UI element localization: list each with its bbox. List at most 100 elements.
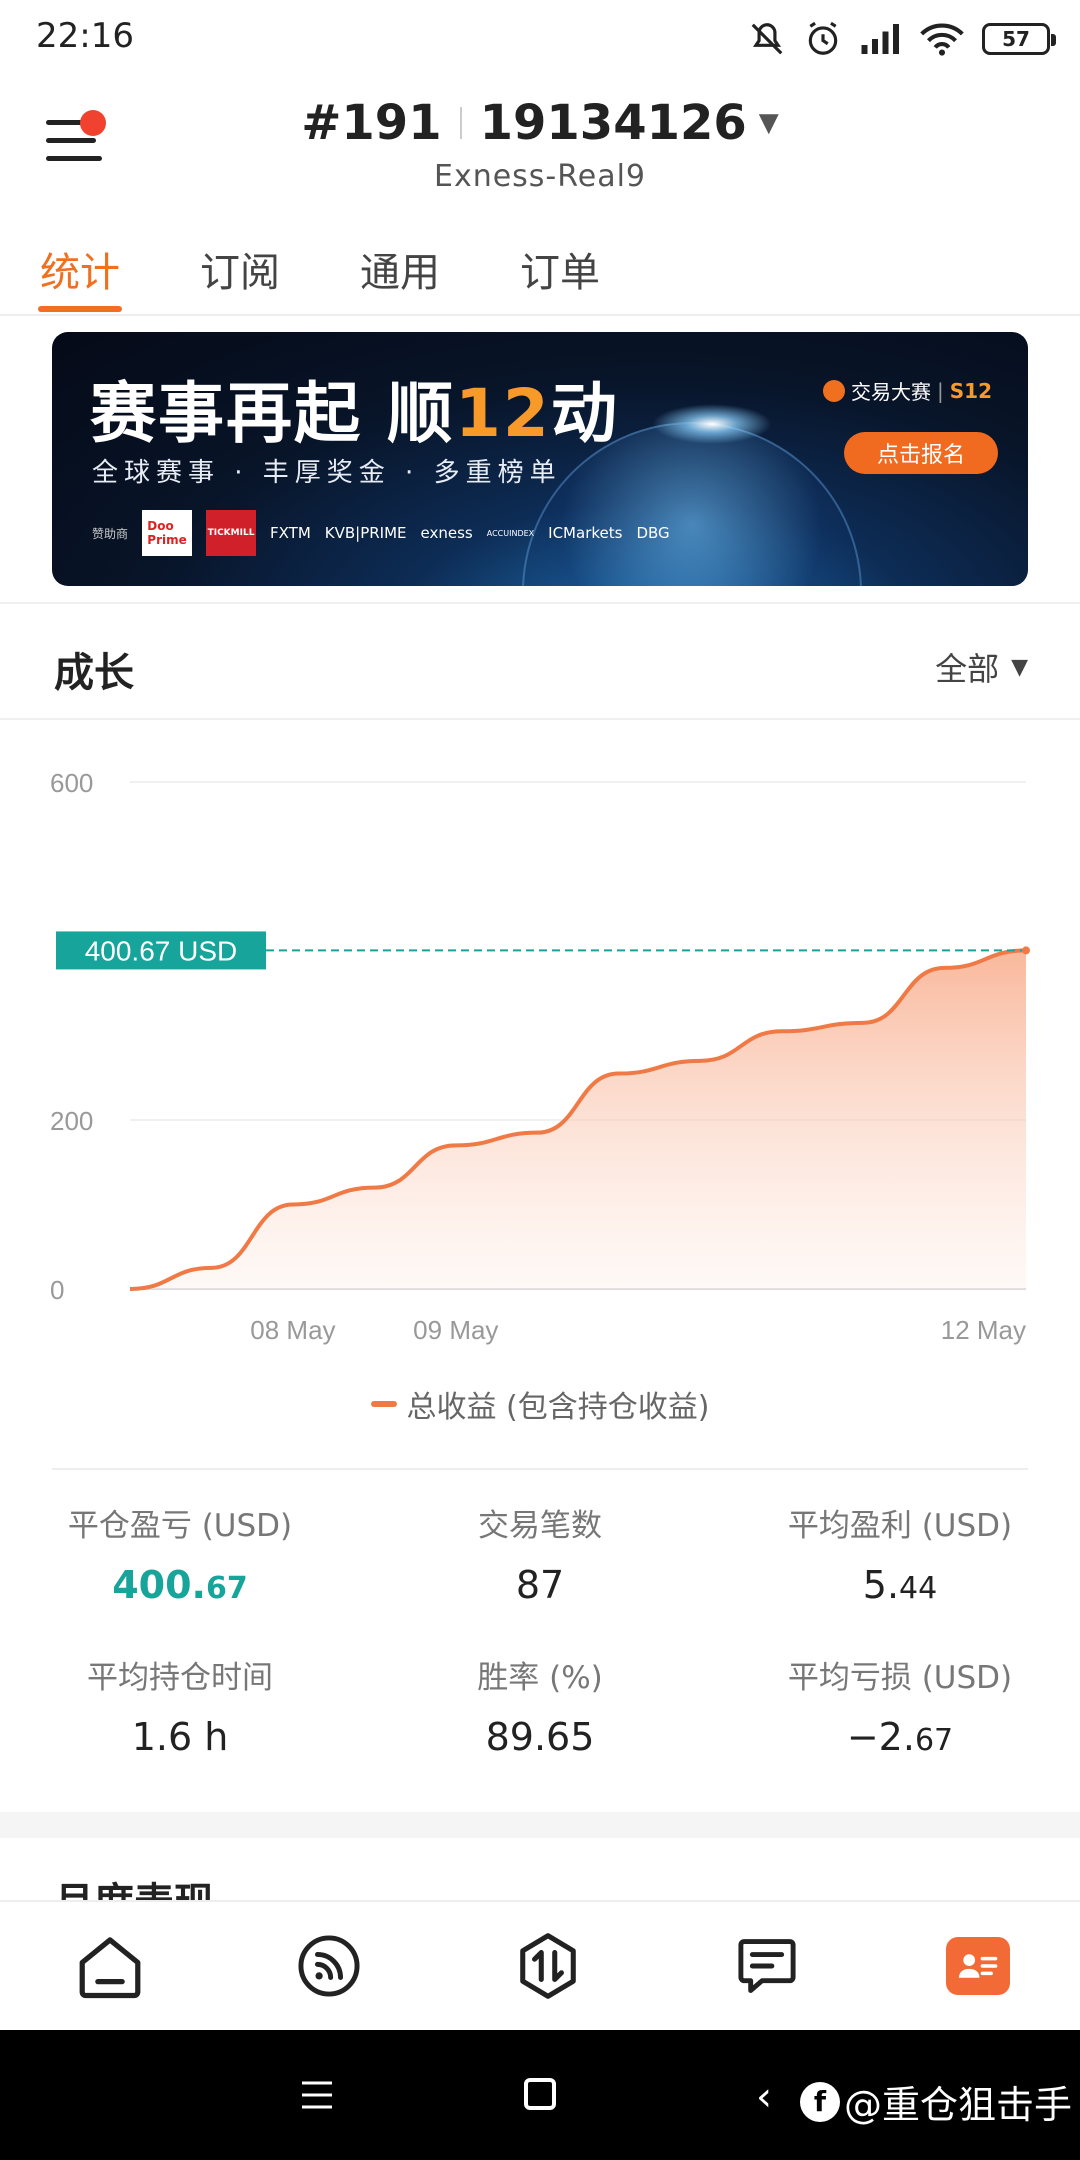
sponsor-logo: exness xyxy=(420,524,473,542)
stat-value: 89.65 xyxy=(360,1715,720,1759)
battery-icon: 57 xyxy=(982,23,1056,55)
wifi-icon xyxy=(920,23,964,56)
growth-title: 成长 xyxy=(54,650,134,696)
stat-value-main: −2. xyxy=(846,1715,915,1759)
sponsor-logo: ICMarkets xyxy=(548,524,623,542)
account-number: 19134126 xyxy=(479,95,747,151)
stat-value-main: 400. xyxy=(112,1563,206,1607)
x-tick-label: 09 May xyxy=(413,1315,498,1345)
banner-title: 赛事再起 顺12动 xyxy=(90,360,619,456)
nav-profile[interactable] xyxy=(946,1937,1011,1995)
messages-icon xyxy=(738,1939,796,1993)
filter-caret-icon: ▼ xyxy=(1011,654,1028,680)
filter-label: 全部 xyxy=(935,650,1000,688)
brand-season: S12 xyxy=(949,378,992,403)
stat-value-main: 87 xyxy=(515,1563,565,1607)
current-value-label: 400.67 USD xyxy=(85,935,238,966)
sponsor-label: 赞助商 xyxy=(92,526,129,541)
y-tick-label: 200 xyxy=(50,1106,93,1136)
signal-icon xyxy=(861,24,899,54)
tab-bar: 统计 订阅 通用 订单 xyxy=(0,230,1080,316)
status-time: 22:16 xyxy=(36,16,134,56)
chart-legend: 总收益 (包含持仓收益) xyxy=(0,1382,1080,1426)
alarm-icon xyxy=(808,21,838,55)
watermark-logo-icon: f xyxy=(800,2081,840,2122)
banner-subtitle: 全球赛事 · 丰厚奖金 · 多重榜单 xyxy=(92,458,562,488)
battery-level: 57 xyxy=(1002,27,1030,51)
stat-value: 87 xyxy=(360,1563,720,1607)
back-icon[interactable]: ‹ xyxy=(756,2074,772,2120)
stat-avg-loss: 平均亏损 (USD) −2.67 xyxy=(720,1652,1080,1759)
stat-label: 交易笔数 xyxy=(478,1508,602,1544)
section-divider xyxy=(0,718,1080,720)
light-flare xyxy=(652,404,772,444)
home-button[interactable] xyxy=(524,2078,556,2110)
dropdown-caret-icon: ▼ xyxy=(758,108,779,138)
sponsor-row: 赞助商 Doo Prime TICKMILL FXTM KVB|PRIME ex… xyxy=(92,510,670,556)
sponsor-logo: DBG xyxy=(636,524,670,542)
stat-value: 5.44 xyxy=(720,1563,1080,1607)
recent-apps-icon[interactable] xyxy=(300,2080,334,2110)
x-tick-label: 12 May xyxy=(941,1315,1026,1345)
series-end-point xyxy=(1022,946,1030,955)
account-separator xyxy=(459,107,462,139)
sponsor-logo: TICKMILL xyxy=(206,510,257,556)
stat-label: 平均亏损 (USD) xyxy=(787,1660,1013,1696)
sponsor-logo: KVB|PRIME xyxy=(324,524,407,542)
account-server: Exness-Real9 xyxy=(433,159,647,194)
stat-label: 胜率 (%) xyxy=(477,1660,603,1696)
status-bar: 22:16 57 xyxy=(0,0,1080,78)
stat-value-main: 1.6 h xyxy=(131,1715,229,1759)
mute-icon xyxy=(751,23,783,55)
x-tick-label: 08 May xyxy=(250,1315,335,1345)
sponsor-logo: FXTM xyxy=(270,524,311,542)
stat-closed-pnl: 平仓盈亏 (USD) 400.67 xyxy=(0,1500,360,1607)
active-tab-indicator xyxy=(38,306,122,312)
legend-swatch xyxy=(370,1401,397,1407)
register-button[interactable]: 点击报名 xyxy=(844,432,998,474)
section-divider xyxy=(0,602,1080,604)
stat-value-decimal: 67 xyxy=(914,1723,954,1758)
stat-avg-profit: 平均盈利 (USD) 5.44 xyxy=(720,1500,1080,1607)
home-icon xyxy=(79,1937,140,1999)
watermark-text: @重仓狙击手 xyxy=(844,2083,1073,2127)
contest-brand: 交易大赛 | S12 xyxy=(823,376,992,405)
tab-subscriptions[interactable]: 订阅 xyxy=(200,240,280,298)
nav-trade[interactable] xyxy=(508,1926,588,2006)
tab-orders[interactable]: 订单 xyxy=(520,240,600,298)
tab-statistics[interactable]: 统计 xyxy=(40,240,120,298)
nav-home[interactable] xyxy=(70,1926,150,2006)
tab-general[interactable]: 通用 xyxy=(360,240,440,298)
y-tick-label: 600 xyxy=(50,768,93,798)
brand-separator: | xyxy=(937,378,944,403)
legend-label: 总收益 (包含持仓收益) xyxy=(406,1390,710,1425)
watermark: f @重仓狙击手 xyxy=(800,2074,1072,2129)
nav-subscribe[interactable] xyxy=(289,1926,369,2006)
stat-value-main: 5. xyxy=(862,1563,900,1607)
promo-banner[interactable]: 赛事再起 顺12动 全球赛事 · 丰厚奖金 · 多重榜单 赞助商 Doo Pri… xyxy=(52,332,1028,586)
stat-label: 平均持仓时间 xyxy=(87,1660,273,1696)
subscribe-icon xyxy=(298,1935,360,1997)
stat-value: 1.6 h xyxy=(0,1715,360,1759)
brand-name: 交易大赛 xyxy=(851,380,931,404)
system-nav-bar: ‹ f @重仓狙击手 xyxy=(0,2030,1080,2160)
stat-value-decimal: 44 xyxy=(899,1571,938,1606)
stat-value-decimal: 67 xyxy=(206,1571,248,1606)
y-tick-label: 0 xyxy=(50,1275,64,1305)
sponsor-logo: Doo Prime xyxy=(142,510,193,556)
growth-filter-dropdown[interactable]: 全部 ▼ xyxy=(935,644,1028,690)
nav-messages[interactable] xyxy=(727,1926,807,2006)
banner-title-part2: 动 xyxy=(550,375,619,452)
stat-trade-count: 交易笔数 87 xyxy=(360,1500,720,1607)
account-selector[interactable]: #191 19134126 ▼ Exness-Real9 xyxy=(0,95,1080,194)
brand-logo-icon xyxy=(823,379,845,402)
stat-value: −2.67 xyxy=(720,1715,1080,1759)
stat-label: 平仓盈亏 (USD) xyxy=(67,1508,293,1544)
bottom-nav xyxy=(0,1900,1080,2030)
growth-chart-svg: 0 200 600 400.67 USD 08 May 09 May 12 May xyxy=(50,768,1030,1345)
sponsor-logo: ACCUINDEX xyxy=(486,528,535,538)
trade-icon xyxy=(520,1933,576,1999)
stat-win-rate: 胜率 (%) 89.65 xyxy=(360,1652,720,1759)
section-gap xyxy=(0,1812,1080,1838)
stat-value: 400.67 xyxy=(0,1563,360,1607)
